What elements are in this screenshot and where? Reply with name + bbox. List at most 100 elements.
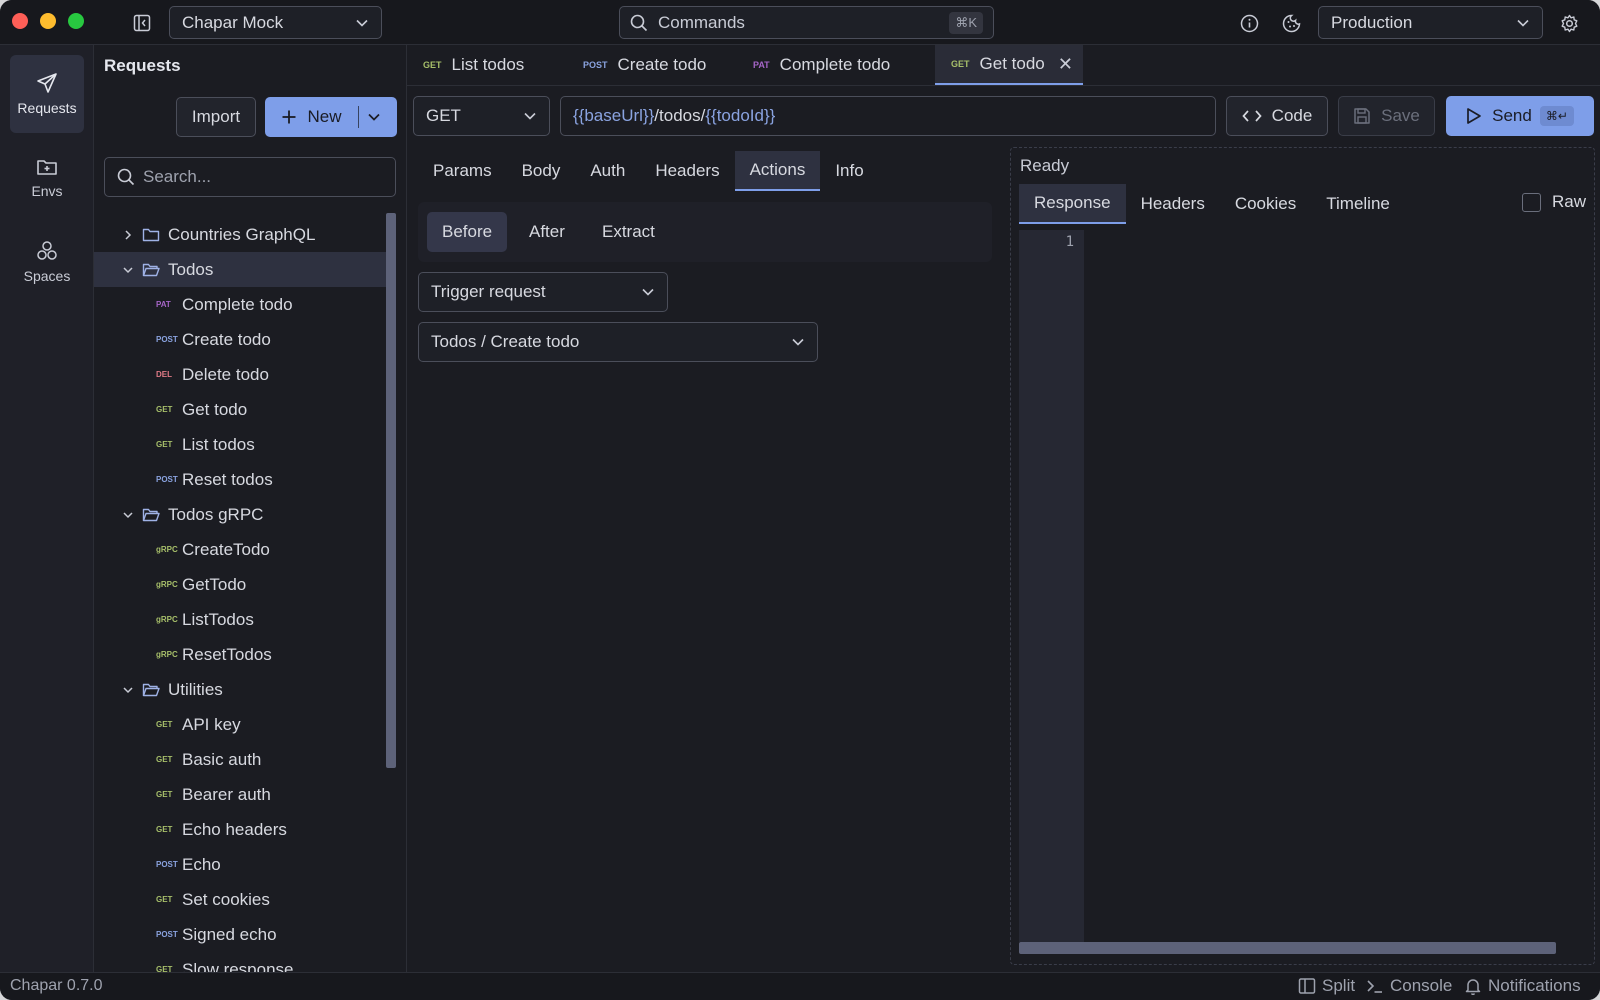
chevron-down-icon[interactable] (122, 264, 134, 276)
tab-after[interactable]: After (514, 212, 580, 252)
tab-cookies[interactable]: Cookies (1220, 184, 1311, 224)
chevron-down-icon (355, 16, 369, 30)
request-item-set-cookies[interactable]: GET Set cookies (94, 882, 394, 917)
action-target-select[interactable]: Todos / Create todo (418, 322, 818, 362)
close-icon[interactable]: ✕ (1058, 54, 1073, 75)
tab-headers[interactable]: Headers (640, 151, 734, 191)
title-bar: Chapar Mock Commands ⌘K Production (0, 0, 1600, 45)
rail-item-requests[interactable]: Requests (10, 55, 84, 133)
request-label: List todos (182, 434, 255, 454)
raw-checkbox[interactable] (1521, 192, 1541, 212)
method-badge: GET (156, 965, 173, 972)
request-item-signed-echo[interactable]: POST Signed echo (94, 917, 394, 952)
action-type-select[interactable]: Trigger request (418, 272, 668, 312)
info-icon[interactable] (1238, 12, 1260, 34)
environment-label: Production (1331, 12, 1413, 32)
folder-utilities[interactable]: Utilities (94, 672, 394, 707)
request-item-slow-response[interactable]: GET Slow response (94, 952, 394, 973)
tab-extract[interactable]: Extract (587, 212, 670, 252)
method-badge: gRPC (156, 615, 178, 624)
tab-complete-todo[interactable]: PAT Complete todo (737, 45, 935, 85)
chevron-down-icon (1516, 16, 1530, 30)
tab-get-todo[interactable]: GET Get todo ✕ (935, 45, 1083, 85)
tab-response-headers[interactable]: Headers (1126, 184, 1220, 224)
new-button[interactable]: New (265, 97, 397, 137)
import-button[interactable]: Import (176, 97, 256, 137)
tab-body[interactable]: Body (507, 151, 576, 191)
folder-plus-icon (36, 157, 58, 177)
sidebar-scrollbar[interactable] (386, 213, 396, 768)
close-window-button[interactable] (12, 13, 28, 29)
url-variable: {{baseUrl}} (573, 106, 655, 125)
request-item-echo[interactable]: POST Echo (94, 847, 394, 882)
environment-dropdown[interactable]: Production (1318, 6, 1543, 39)
rail-item-envs[interactable]: Envs (10, 139, 84, 217)
console-button[interactable]: Console (1366, 976, 1452, 996)
tab-create-todo[interactable]: POST Create todo (567, 45, 737, 85)
raw-toggle[interactable]: Raw (1521, 192, 1586, 212)
tab-response[interactable]: Response (1019, 184, 1126, 224)
request-item-basic-auth[interactable]: GET Basic auth (94, 742, 394, 777)
request-label: API key (182, 714, 241, 734)
send-button[interactable]: Send ⌘↵ (1446, 96, 1594, 136)
request-label: Basic auth (182, 749, 262, 769)
tab-list-todos[interactable]: GET List todos (407, 45, 567, 85)
split-label: Split (1322, 976, 1356, 995)
request-tab-bar: GET List todos POST Create todo PAT Comp… (407, 45, 1600, 86)
tab-timeline[interactable]: Timeline (1311, 184, 1405, 224)
method-badge: GET (156, 895, 173, 904)
tab-before[interactable]: Before (427, 212, 508, 252)
save-label: Save (1381, 106, 1420, 125)
folder-todos[interactable]: Todos (94, 252, 394, 287)
minimize-window-button[interactable] (40, 13, 56, 29)
search-input[interactable]: Search... (104, 157, 396, 197)
chevron-down-icon[interactable] (122, 684, 134, 696)
tab-auth[interactable]: Auth (575, 151, 640, 191)
response-tabs: Response Headers Cookies Timeline (1019, 184, 1405, 224)
chevron-down-icon[interactable] (367, 110, 381, 124)
request-item-get-todo[interactable]: GET Get todo (94, 392, 394, 427)
tab-info[interactable]: Info (820, 151, 878, 191)
response-scrollbar[interactable] (1019, 942, 1556, 954)
chevron-right-icon[interactable] (122, 229, 134, 241)
notifications-button[interactable]: Notifications (1464, 976, 1581, 996)
save-button[interactable]: Save (1338, 96, 1435, 136)
cookie-icon[interactable] (1280, 12, 1302, 34)
split-button[interactable]: Split (1298, 976, 1355, 996)
request-item-create-todo[interactable]: POST Create todo (94, 322, 394, 357)
request-item-list-todos[interactable]: GET List todos (94, 427, 394, 462)
method-label: GET (426, 106, 461, 125)
command-palette-button[interactable]: Commands ⌘K (619, 6, 994, 39)
method-badge: GET (156, 720, 173, 729)
rail-item-spaces[interactable]: Spaces (10, 223, 84, 301)
request-label: Set cookies (182, 889, 270, 909)
tab-actions[interactable]: Actions (734, 151, 821, 191)
url-input[interactable]: {{baseUrl}} /todos/ {{todoId}} (560, 96, 1216, 136)
request-item-complete-todo[interactable]: PAT Complete todo (94, 287, 394, 322)
plus-icon (281, 109, 297, 125)
request-item-echo-headers[interactable]: GET Echo headers (94, 812, 394, 847)
workspace-dropdown[interactable]: Chapar Mock (169, 6, 382, 39)
request-item-gettodo[interactable]: gRPC GetTodo (94, 567, 394, 602)
maximize-window-button[interactable] (68, 13, 84, 29)
request-item-bearer-auth[interactable]: GET Bearer auth (94, 777, 394, 812)
folder-todos-grpc[interactable]: Todos gRPC (94, 497, 394, 532)
request-label: Slow response (182, 959, 294, 973)
request-item-delete-todo[interactable]: DEL Delete todo (94, 357, 394, 392)
gear-icon[interactable] (1558, 12, 1580, 34)
code-button[interactable]: Code (1226, 96, 1328, 136)
request-item-api-key[interactable]: GET API key (94, 707, 394, 742)
request-item-createtodo[interactable]: gRPC CreateTodo (94, 532, 394, 567)
tab-params[interactable]: Params (418, 151, 507, 191)
request-item-listtodos[interactable]: gRPC ListTodos (94, 602, 394, 637)
toggle-sidebar-icon[interactable] (131, 12, 153, 34)
tab-label: Create todo (617, 55, 707, 74)
request-label: Get todo (182, 399, 248, 419)
chevron-down-icon[interactable] (122, 509, 134, 521)
response-panel: Ready Response Headers Cookies Timeline … (1010, 147, 1595, 965)
sidebar-title: Requests (104, 56, 181, 75)
method-dropdown[interactable]: GET (413, 96, 550, 136)
request-item-resettodos[interactable]: gRPC ResetTodos (94, 637, 394, 672)
request-item-reset-todos[interactable]: POST Reset todos (94, 462, 394, 497)
folder-countries-graphql[interactable]: Countries GraphQL (94, 217, 394, 252)
